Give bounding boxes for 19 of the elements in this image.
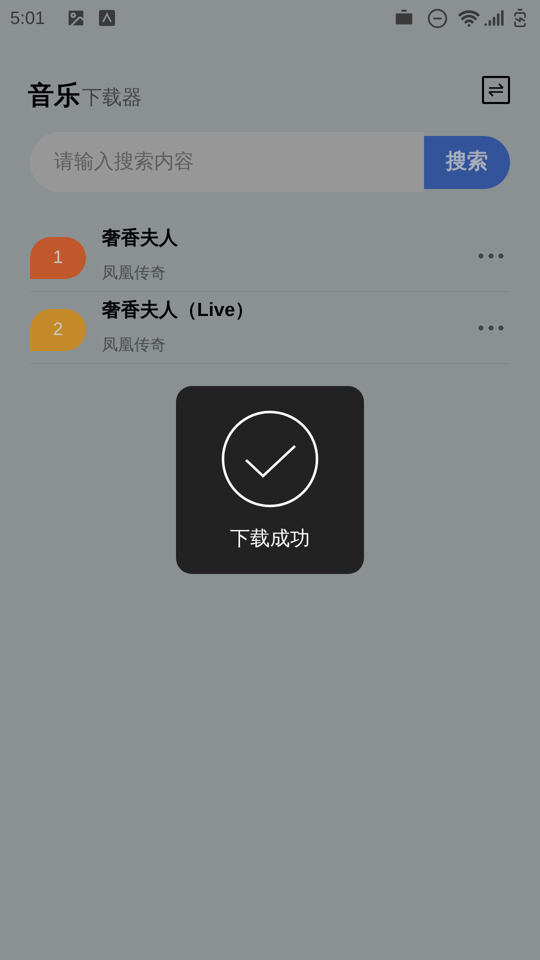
- rank-badge: 2: [30, 308, 86, 350]
- checkmark-icon: [221, 410, 319, 508]
- status-time: 5:01: [10, 6, 46, 30]
- song-artist: 凤凰传奇: [102, 264, 167, 284]
- search-button[interactable]: 搜索: [424, 136, 510, 188]
- app-subtitle: 下载器: [82, 88, 142, 108]
- app-title: 音乐: [28, 82, 80, 108]
- search-field[interactable]: 请输入搜索内容: [30, 132, 424, 192]
- more-icon[interactable]: [478, 324, 504, 330]
- song-artist: 凤凰传奇: [102, 336, 167, 356]
- signal-icon: [484, 8, 504, 28]
- song-title: 奢香夫人（Live）: [102, 298, 256, 324]
- rank-badge: 1: [30, 236, 86, 278]
- do-not-disturb-icon: [427, 8, 448, 28]
- switch-icon[interactable]: [482, 76, 510, 104]
- song-title: 奢香夫人: [102, 226, 179, 252]
- wifi-icon: [458, 7, 480, 29]
- more-icon[interactable]: [478, 252, 504, 258]
- toast-message: 下载成功: [230, 527, 310, 552]
